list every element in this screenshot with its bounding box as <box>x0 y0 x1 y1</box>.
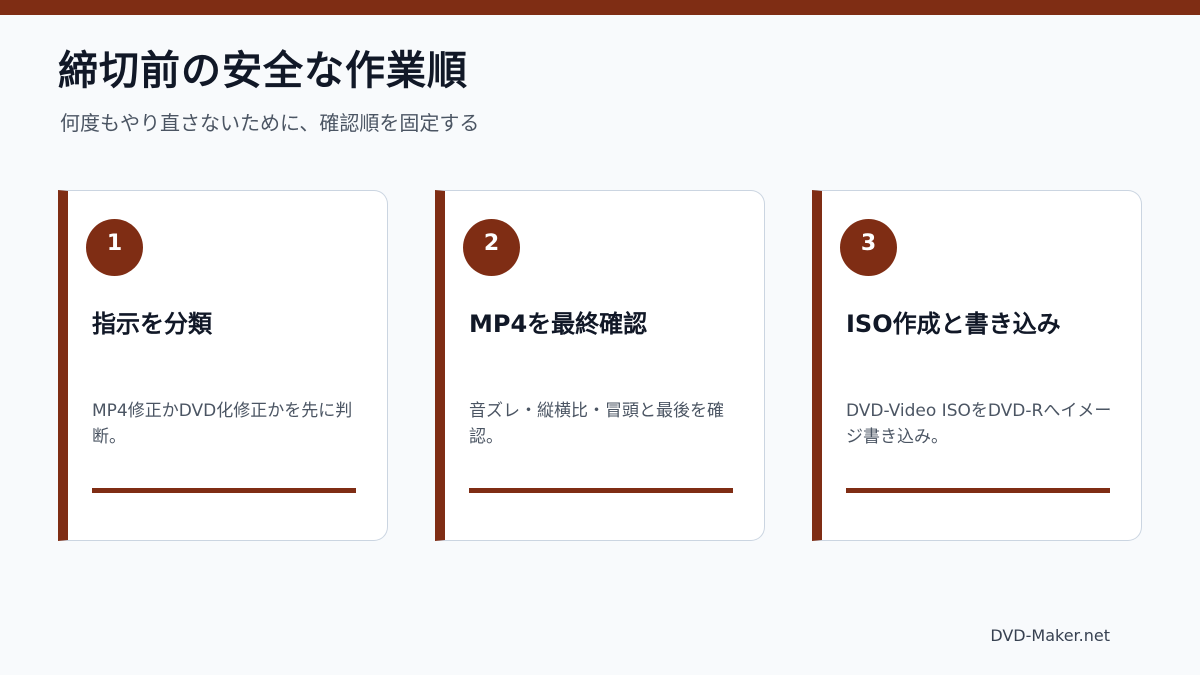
footer-brand: DVD-Maker.net <box>990 626 1110 645</box>
step-title: ISO作成と書き込み <box>846 310 1061 338</box>
page-title: 締切前の安全な作業順 <box>58 48 468 94</box>
step-description: 音ズレ・縦横比・冒頭と最後を確認。 <box>469 401 724 447</box>
step-number-badge: 3 <box>840 219 897 276</box>
slide: 締切前の安全な作業順 何度もやり直さないために、確認順を固定する 1 指示を分類… <box>0 0 1200 675</box>
step-card-3: 3 ISO作成と書き込み DVD-Video ISOをDVD-Rへイメージ書き込… <box>812 190 1142 541</box>
step-card-1: 1 指示を分類 MP4修正かDVD化修正かを先に判断。 <box>58 190 388 541</box>
top-accent-bar <box>0 0 1200 15</box>
step-number-badge: 1 <box>86 219 143 276</box>
step-divider <box>846 488 1110 493</box>
page-subtitle: 何度もやり直さないために、確認順を固定する <box>60 111 480 135</box>
step-description: DVD-Video ISOをDVD-Rへイメージ書き込み。 <box>846 401 1112 447</box>
step-description: MP4修正かDVD化修正かを先に判断。 <box>92 401 353 447</box>
step-title: MP4を最終確認 <box>469 310 648 338</box>
step-divider <box>469 488 733 493</box>
step-number-badge: 2 <box>463 219 520 276</box>
step-divider <box>92 488 356 493</box>
step-card-2: 2 MP4を最終確認 音ズレ・縦横比・冒頭と最後を確認。 <box>435 190 765 541</box>
step-title: 指示を分類 <box>92 310 212 338</box>
